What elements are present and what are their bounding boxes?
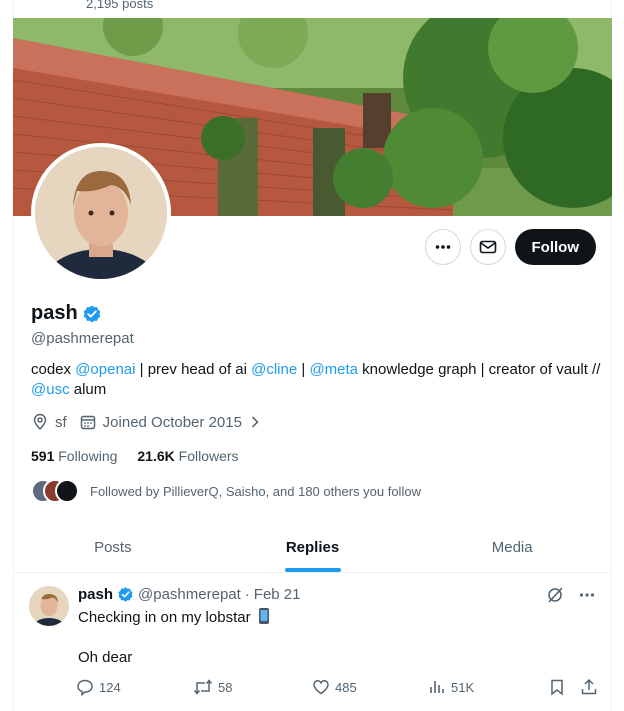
- mention-link-meta[interactable]: @meta: [309, 361, 358, 378]
- envelope-icon: [479, 240, 496, 254]
- message-button[interactable]: [469, 229, 506, 265]
- tweet-engagement-bar: 124 58 485 51K: [76, 678, 598, 696]
- display-name-row: pash: [31, 302, 102, 325]
- grok-icon[interactable]: [546, 586, 564, 604]
- tab-label: Replies: [285, 539, 340, 556]
- tweet-extra-actions: [548, 678, 598, 696]
- tweet-header: pash @pashmerepat · Feb 21: [78, 586, 301, 603]
- joined-text: Joined October 2015: [102, 413, 242, 431]
- active-tab-indicator: [284, 568, 341, 572]
- view-count: 51K: [451, 679, 475, 695]
- display-name: pash: [31, 302, 78, 324]
- like-button[interactable]: 485: [312, 678, 428, 696]
- follower-avatar: [55, 479, 79, 503]
- follower-avatars: [31, 479, 83, 503]
- phone-emoji-icon: [258, 608, 269, 624]
- following-count: 591: [31, 448, 55, 464]
- like-count: 485: [335, 679, 357, 695]
- bookmark-icon[interactable]: [548, 678, 566, 696]
- reply-icon: [77, 679, 93, 696]
- tweet-body: Checking in on my lobstar Oh dear: [78, 607, 270, 688]
- reply-button[interactable]: 124: [76, 678, 193, 696]
- repost-button[interactable]: 58: [193, 678, 312, 696]
- repost-icon: [193, 679, 213, 695]
- following-link[interactable]: 591 Following: [31, 448, 117, 464]
- more-icon: [435, 245, 450, 249]
- location-text: sf: [55, 413, 67, 431]
- tweet-author-handle[interactable]: @pashmerepat: [138, 586, 241, 603]
- chevron-right-icon: [251, 416, 259, 428]
- tweet-line: Oh dear: [78, 649, 133, 666]
- tweet[interactable]: pash @pashmerepat · Feb 21 Checking in o…: [13, 574, 612, 711]
- followed-by-text: Followed by PillieverQ, Saisho, and 180 …: [90, 483, 421, 499]
- profile-avatar[interactable]: [31, 143, 171, 283]
- tab-replies[interactable]: Replies: [213, 523, 413, 572]
- tab-label: Media: [491, 539, 533, 556]
- tweet-avatar[interactable]: [29, 586, 69, 626]
- reply-count: 124: [99, 679, 121, 695]
- profile-bio: codex @openai | prev head of ai @cline |…: [31, 360, 601, 400]
- mention-link-usc[interactable]: @usc: [31, 381, 70, 398]
- verified-badge-icon[interactable]: [82, 304, 102, 324]
- profile-tabs: Posts Replies Media: [13, 523, 612, 573]
- repost-count: 58: [218, 679, 233, 695]
- following-label: Following: [58, 448, 118, 464]
- mention-link-cline[interactable]: @cline: [251, 361, 297, 378]
- bio-text: | prev head of ai: [135, 361, 252, 378]
- tab-label: Posts: [94, 539, 132, 556]
- bio-text: |: [297, 361, 310, 378]
- profile-actions: Follow: [424, 229, 596, 265]
- tweet-author-name[interactable]: pash: [78, 586, 113, 603]
- followers-link[interactable]: 21.6K Followers: [137, 448, 238, 464]
- more-options-button[interactable]: [424, 229, 461, 265]
- bio-text: codex: [31, 361, 76, 378]
- calendar-icon: [80, 415, 95, 430]
- share-icon[interactable]: [580, 678, 598, 696]
- tweet-top-actions: [546, 586, 596, 604]
- follow-stats: 591 Following 21.6K Followers: [31, 448, 239, 464]
- bio-text: knowledge graph | creator of vault //: [358, 361, 601, 378]
- followed-by[interactable]: Followed by PillieverQ, Saisho, and 180 …: [31, 479, 421, 503]
- analytics-icon: [430, 681, 444, 693]
- location: sf: [31, 413, 67, 431]
- tweet-text: Checking in on my lobstar: [78, 609, 251, 626]
- tab-posts[interactable]: Posts: [13, 523, 213, 572]
- tweet-separator: ·: [244, 586, 250, 603]
- location-pin-icon: [33, 413, 47, 431]
- followers-count: 21.6K: [137, 448, 175, 464]
- profile-handle: @pashmerepat: [31, 330, 134, 347]
- profile-meta: sf Joined October 2015: [31, 413, 274, 431]
- bio-text: alum: [69, 381, 107, 398]
- tweet-line: Checking in on my lobstar: [78, 607, 270, 628]
- heart-icon: [313, 680, 329, 695]
- followers-label: Followers: [178, 448, 239, 464]
- views-button[interactable]: 51K: [428, 678, 548, 696]
- verified-badge-icon[interactable]: [117, 586, 134, 603]
- follow-button[interactable]: Follow: [514, 229, 596, 265]
- mention-link-openai[interactable]: @openai: [75, 361, 135, 378]
- tab-media[interactable]: Media: [412, 523, 612, 572]
- tweet-date[interactable]: Feb 21: [254, 586, 301, 603]
- joined-date[interactable]: Joined October 2015: [79, 413, 262, 431]
- more-icon[interactable]: [578, 586, 596, 604]
